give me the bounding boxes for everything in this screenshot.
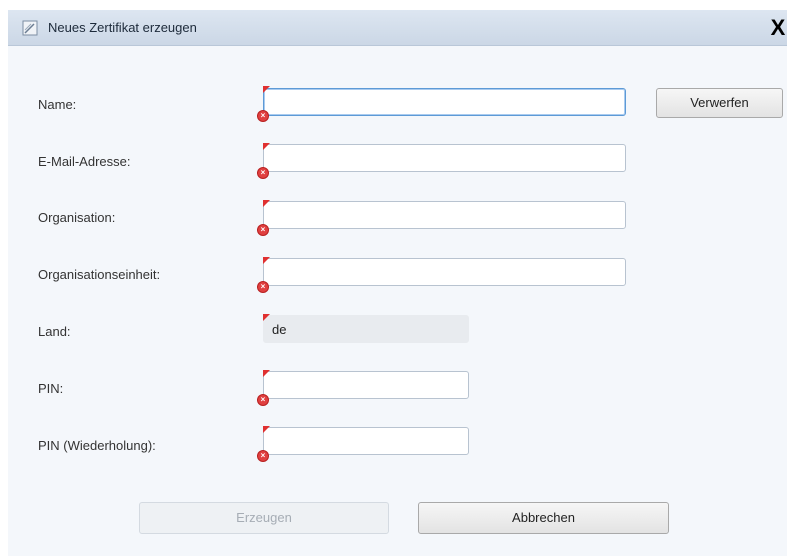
error-flag-icon — [263, 200, 270, 207]
name-input[interactable] — [263, 88, 626, 116]
create-button[interactable]: Erzeugen — [139, 502, 389, 534]
organisational-unit-label: Organisationseinheit: — [38, 267, 161, 282]
discard-button[interactable]: Verwerfen — [656, 88, 783, 118]
email-input[interactable] — [263, 144, 626, 172]
organisational-unit-input[interactable] — [263, 258, 626, 286]
close-button[interactable]: X — [768, 16, 787, 40]
organisation-label: Organisation: — [38, 210, 116, 225]
error-flag-icon — [263, 314, 270, 321]
pin-input[interactable] — [263, 371, 469, 399]
error-flag-icon — [263, 370, 270, 377]
error-icon: × — [258, 395, 268, 405]
pin-repeat-input[interactable] — [263, 427, 469, 455]
country-label: Land: — [38, 324, 71, 339]
error-icon: × — [258, 168, 268, 178]
error-flag-icon — [263, 86, 270, 93]
window-title: Neues Zertifikat erzeugen — [48, 20, 197, 35]
email-label: E-Mail-Adresse: — [38, 154, 131, 169]
error-icon: × — [258, 451, 268, 461]
pin-repeat-label: PIN (Wiederholung): — [38, 438, 156, 453]
title-bar: Neues Zertifikat erzeugen X — [8, 10, 787, 46]
error-icon: × — [258, 111, 268, 121]
organisation-input[interactable] — [263, 201, 626, 229]
country-field: de — [263, 315, 469, 343]
error-flag-icon — [263, 257, 270, 264]
error-icon: × — [258, 282, 268, 292]
cancel-button[interactable]: Abbrechen — [418, 502, 669, 534]
certificate-icon — [22, 20, 38, 36]
name-label: Name: — [38, 97, 77, 112]
create-certificate-dialog: Neues Zertifikat erzeugen X Name: × Verw… — [8, 10, 787, 556]
error-icon: × — [258, 225, 268, 235]
error-flag-icon — [263, 143, 270, 150]
error-flag-icon — [263, 426, 270, 433]
pin-label: PIN: — [38, 381, 64, 396]
